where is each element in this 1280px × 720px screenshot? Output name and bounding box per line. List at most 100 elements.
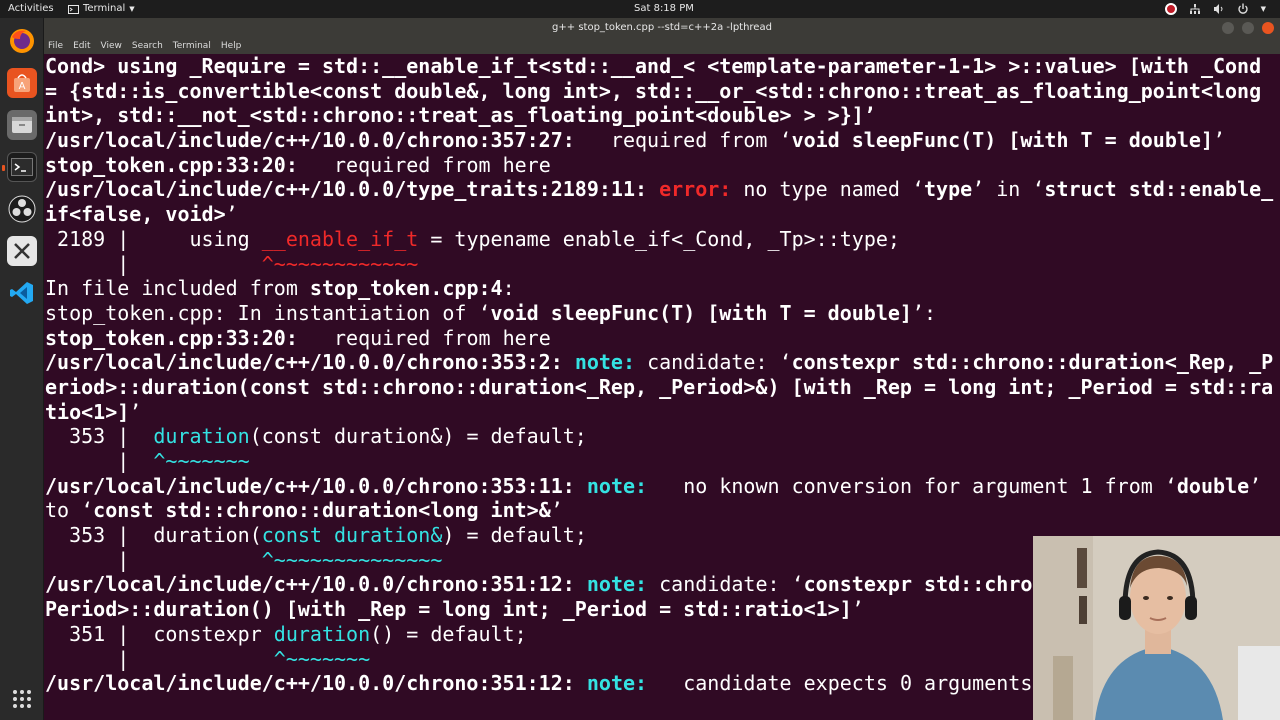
terminal-line: | ^~~~~~~~~~~~~: [45, 252, 1280, 277]
clock[interactable]: Sat 8:18 PM: [634, 0, 694, 18]
terminal-line: 2189 | using __enable_if_t = typename en…: [45, 227, 1280, 252]
window-title-bar[interactable]: g++ stop_token.cpp --std=c++2a -lpthread: [44, 18, 1280, 38]
terminal-text: to ‘: [45, 498, 94, 523]
app-menu[interactable]: Terminal ▼: [68, 0, 135, 18]
firefox-icon[interactable]: [7, 26, 37, 56]
app-menu-label: Terminal: [83, 3, 126, 14]
terminal-text: ^~~~~~~~: [273, 646, 371, 671]
power-icon[interactable]: [1237, 3, 1249, 15]
network-icon[interactable]: [1189, 3, 1201, 15]
terminal-line: Cond> using _Require = std::__enable_if_…: [45, 54, 1280, 79]
activities-button[interactable]: Activities: [8, 0, 54, 18]
vscode-icon[interactable]: [7, 278, 37, 308]
terminal-text: const duration&: [261, 523, 443, 548]
terminal-text: stop_token.cpp:4: [309, 276, 503, 301]
terminal-text: 353 | duration(: [45, 523, 262, 548]
terminal-line: /usr/local/include/c++/10.0.0/chrono:353…: [45, 474, 1280, 499]
terminal-text: /usr/local/include/c++/10.0.0/chrono:357…: [45, 128, 575, 153]
terminal-line: stop_token.cpp:33:20: required from here: [45, 326, 1280, 351]
obs-icon[interactable]: [7, 194, 37, 224]
terminal-text: error:: [659, 177, 732, 202]
terminal-line: eriod>::duration(const std::chrono::dura…: [45, 375, 1280, 400]
terminal-text: no known conversion for argument 1 from …: [647, 473, 1177, 498]
menu-edit[interactable]: Edit: [73, 41, 90, 51]
terminal-text: 2189 | using: [45, 226, 262, 251]
terminal-text: void sleepFunc(T) [with T = double]: [791, 128, 1213, 153]
terminal-text: required from here: [297, 325, 551, 350]
terminal-line: 353 | duration(const duration&) = defaul…: [45, 424, 1280, 449]
close-button[interactable]: [1262, 22, 1274, 34]
terminal-text: /usr/local/include/c++/10.0.0/chrono:353…: [45, 473, 587, 498]
x-app-icon[interactable]: [7, 236, 37, 266]
record-indicator-icon[interactable]: [1164, 3, 1177, 15]
minimize-button[interactable]: [1222, 22, 1234, 34]
terminal-line: int>, std::__not_<std::chrono::treat_as_…: [45, 103, 1280, 128]
terminal-text: /usr/local/include/c++/10.0.0/chrono:351…: [45, 671, 587, 696]
terminal-line: to ‘const std::chrono::duration<long int…: [45, 498, 1280, 523]
terminal-text: :: [502, 276, 515, 301]
presenter-video-icon: [1033, 536, 1280, 720]
terminal-text: 351 | constexpr: [45, 621, 274, 646]
terminal-text: note:: [586, 473, 648, 498]
terminal-text: const std::chrono::duration<long int>&: [93, 498, 551, 523]
chevron-down-icon: ▼: [129, 5, 135, 13]
app-grid-icon[interactable]: [7, 684, 37, 714]
svg-text:A: A: [19, 81, 26, 92]
terminal-text: tio<1>]: [45, 399, 130, 424]
terminal-text: void sleepFunc(T) [with T = double]: [490, 300, 912, 325]
menu-search[interactable]: Search: [132, 41, 163, 51]
menu-view[interactable]: View: [101, 41, 122, 51]
terminal-text: In instantiation of ‘: [225, 300, 491, 325]
terminal-text: ’: [550, 498, 563, 523]
terminal-text: ’: [1213, 128, 1226, 153]
terminal-text: note:: [586, 671, 648, 696]
terminal-text: type: [924, 177, 973, 202]
terminal-text: candidate: ‘: [647, 572, 804, 597]
terminal-line: if<false, void>’: [45, 202, 1280, 227]
terminal-text: ’: [129, 399, 142, 424]
terminal-text: candidate: ‘: [635, 350, 792, 375]
terminal-text: Period>::duration() [with _Rep = long in…: [45, 597, 852, 622]
menu-file[interactable]: File: [48, 41, 63, 51]
terminal-text: __enable_if_t: [261, 226, 419, 251]
terminal-line: /usr/local/include/c++/10.0.0/chrono:357…: [45, 128, 1280, 153]
terminal-text: ^~~~~~~~~~~~~: [261, 251, 419, 276]
terminal-text: (const duration&) = default;: [249, 424, 587, 449]
terminal-text: double: [1176, 473, 1250, 498]
system-tray[interactable]: ▼: [1164, 0, 1266, 18]
software-center-icon[interactable]: A: [7, 68, 37, 98]
terminal-text: /usr/local/include/c++/10.0.0/chrono:353…: [45, 350, 575, 375]
terminal-text: note:: [574, 350, 636, 375]
terminal-text: duration: [273, 621, 371, 646]
files-icon[interactable]: [7, 110, 37, 140]
chevron-down-icon[interactable]: ▼: [1261, 3, 1266, 15]
terminal-text: ’:: [911, 300, 937, 325]
terminal-text: ^~~~~~~~~~~~~~~: [261, 547, 443, 572]
terminal-icon[interactable]: [2, 152, 37, 182]
terminal-line: stop_token.cpp: In instantiation of ‘voi…: [45, 301, 1280, 326]
terminal-text: stop_token.cpp:33:20:: [45, 152, 298, 177]
terminal-text: struct std::enable_: [1044, 177, 1274, 202]
terminal-text: 353 |: [45, 424, 154, 449]
terminal-small-icon: [68, 4, 79, 14]
terminal-text: = {std::is_convertible<const double&, lo…: [45, 78, 1262, 103]
terminal-text: ) = default;: [442, 523, 587, 548]
window-controls: [1222, 22, 1274, 34]
menu-help[interactable]: Help: [221, 41, 242, 51]
menu-terminal[interactable]: Terminal: [173, 41, 211, 51]
terminal-text: note:: [586, 572, 648, 597]
terminal-text: duration: [153, 424, 250, 449]
terminal-text: if<false, void>: [45, 202, 226, 227]
dock: A: [0, 18, 44, 720]
terminal-text: In file included from: [45, 276, 310, 301]
webcam-overlay: [1033, 536, 1280, 720]
terminal-text: ^~~~~~~~: [153, 449, 250, 473]
terminal-text: stop_token.cpp:33:20:: [45, 325, 298, 350]
terminal-line: In file included from stop_token.cpp:4:: [45, 276, 1280, 301]
maximize-button[interactable]: [1242, 22, 1254, 34]
volume-icon[interactable]: [1213, 3, 1225, 15]
terminal-text: ’: [1249, 473, 1262, 498]
terminal-text: Cond> using _Require = std::__enable_if_…: [45, 54, 1262, 78]
terminal-text: |: [45, 251, 262, 276]
terminal-text: |: [45, 646, 274, 671]
